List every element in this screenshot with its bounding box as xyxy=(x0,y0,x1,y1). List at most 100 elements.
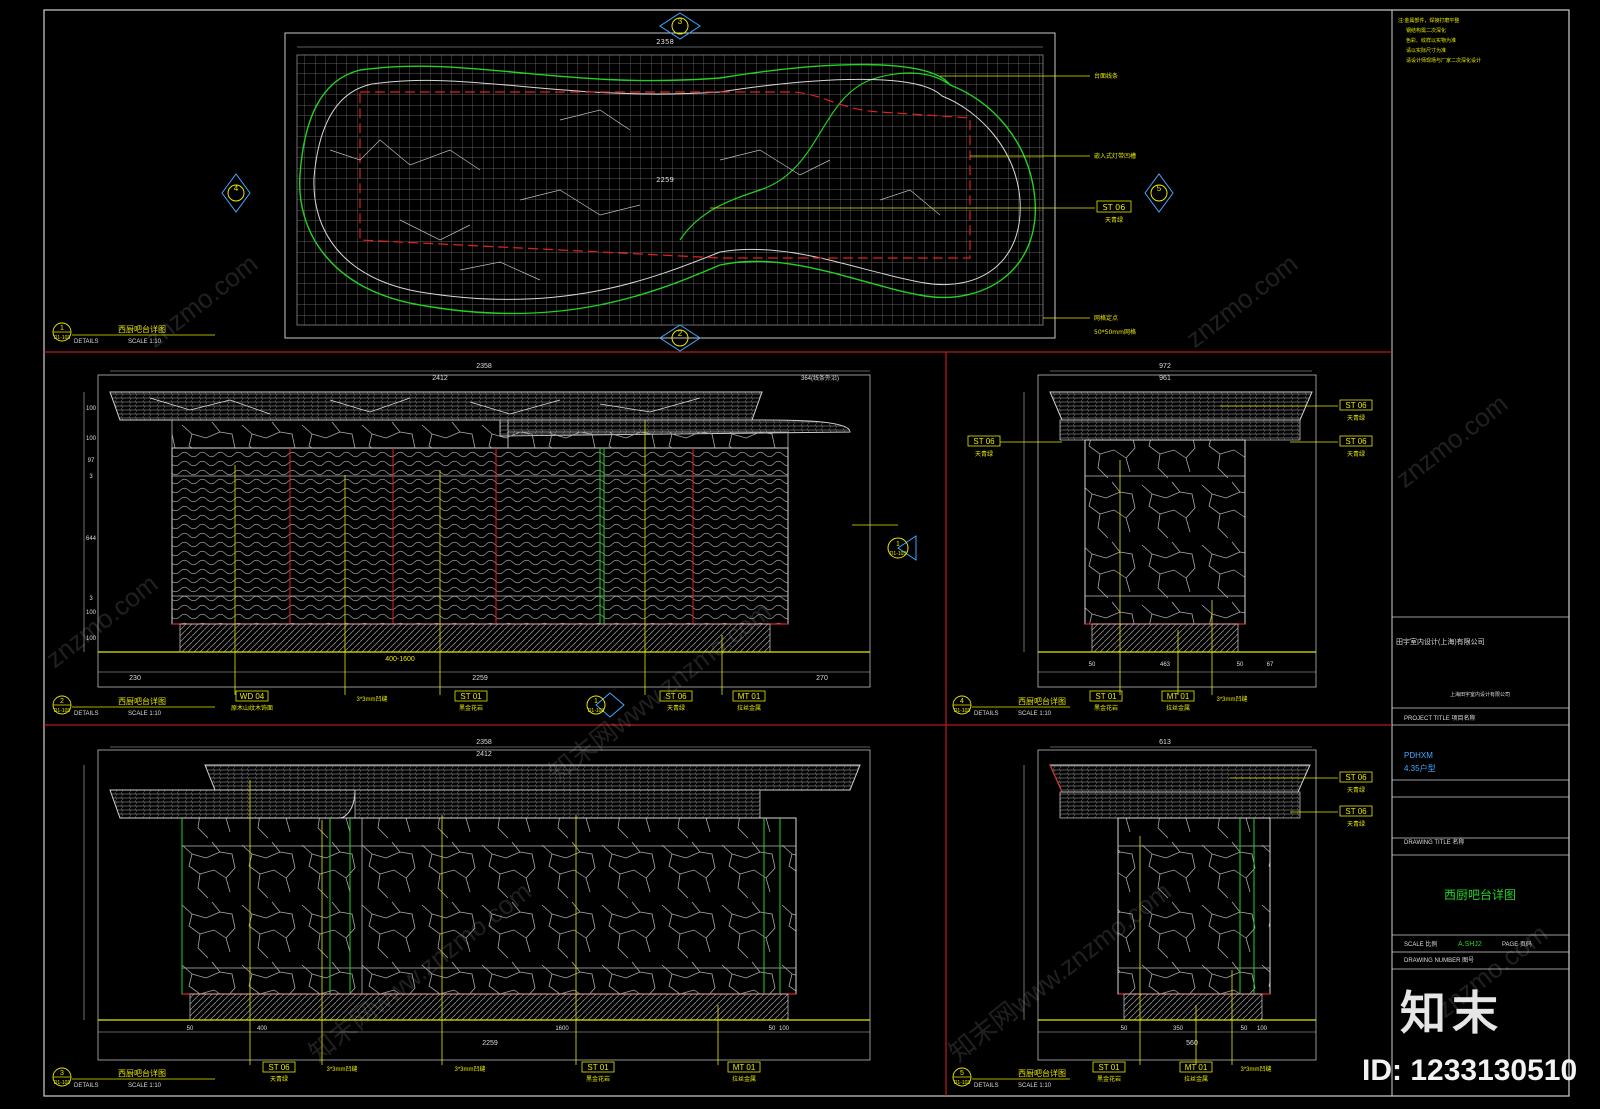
svg-text:1600: 1600 xyxy=(555,1026,569,1032)
note-4: 请设计师现场与厂家二次深化设计 xyxy=(1406,57,1481,64)
svg-text:ST 06: ST 06 xyxy=(1345,437,1367,446)
svg-text:天青绿: 天青绿 xyxy=(1347,450,1365,458)
project-label: PROJECT TITLE 项目名称 xyxy=(1404,714,1475,722)
svg-text:SCALE 1:10: SCALE 1:10 xyxy=(1018,711,1052,717)
svg-text:644: 644 xyxy=(86,536,97,542)
project-sub: 4.35户型 xyxy=(1404,763,1436,773)
section-mark-3: 3 xyxy=(659,12,701,40)
svg-text:613: 613 xyxy=(1159,739,1171,746)
svg-text:西厨吧台详图: 西厨吧台详图 xyxy=(1018,1068,1066,1078)
svg-text:2358: 2358 xyxy=(476,363,492,370)
drawing-title: 西厨吧台详图 xyxy=(1444,887,1516,902)
svg-text:50: 50 xyxy=(769,1026,776,1032)
svg-text:西厨吧台详图: 西厨吧台详图 xyxy=(118,1068,166,1078)
svg-text:天青绿: 天青绿 xyxy=(270,1075,288,1083)
svg-text:DETAILS: DETAILS xyxy=(74,339,99,345)
elevation-c: 972 961 50 463 50 67 ST 06 天青绿 ST 06 天青绿… xyxy=(967,363,1373,712)
plan-view: 2358 2259 台面线条 嵌入式灯带凹槽 ST 06 天青绿 网格定点 50… xyxy=(221,12,1174,352)
svg-text:3*3mm凹缝: 3*3mm凹缝 xyxy=(356,695,387,703)
svg-text:ST 06: ST 06 xyxy=(1345,401,1367,410)
svg-text:100: 100 xyxy=(86,636,97,642)
svg-text:3*3mm凹缝: 3*3mm凹缝 xyxy=(1240,1065,1271,1073)
svg-text:天青绿: 天青绿 xyxy=(975,450,993,458)
svg-text:961: 961 xyxy=(1159,375,1171,382)
svg-text:WD 04: WD 04 xyxy=(240,692,265,701)
svg-text:D1-103: D1-103 xyxy=(54,335,71,341)
note-3: 请以实际尺寸为准 xyxy=(1406,47,1446,54)
view-title-1: 1 D1-103 西厨吧台详图 DETAILS SCALE 1:10 xyxy=(52,322,215,345)
svg-text:3*3mm凹缝: 3*3mm凹缝 xyxy=(326,1065,357,1073)
svg-text:2259: 2259 xyxy=(482,1040,498,1047)
svg-text:天青绿: 天青绿 xyxy=(1347,414,1365,422)
drawing-label: DRAWING TITLE 名称 xyxy=(1404,838,1464,846)
svg-text:DETAILS: DETAILS xyxy=(974,1083,999,1089)
svg-text:100: 100 xyxy=(1257,1026,1268,1032)
plan-material-name: 天青绿 xyxy=(1105,216,1123,224)
company-name: 田宇室内设计(上海)有限公司 xyxy=(1396,637,1485,646)
svg-text:4: 4 xyxy=(960,698,964,705)
svg-text:5: 5 xyxy=(1157,184,1162,193)
svg-text:拉丝金属: 拉丝金属 xyxy=(1184,1075,1208,1083)
svg-text:天青绿: 天青绿 xyxy=(1347,820,1365,828)
svg-text:100: 100 xyxy=(86,610,97,616)
scale-value: A.SHJ2 xyxy=(1458,941,1482,948)
svg-text:50: 50 xyxy=(1241,1026,1248,1032)
svg-text:MT 01: MT 01 xyxy=(1185,1063,1208,1072)
svg-text:ST 06: ST 06 xyxy=(268,1063,290,1072)
plan-dim-mid: 2259 xyxy=(656,176,674,184)
elevation-b: 2358 2412 50 400 1600 50 100 2259 ST 06 … xyxy=(83,739,871,1083)
svg-text:50: 50 xyxy=(1089,662,1096,668)
section-mark-4: 4 xyxy=(221,173,251,213)
svg-text:天青绿: 天青绿 xyxy=(1347,786,1365,794)
scale-label: SCALE 比例 xyxy=(1404,940,1437,948)
svg-text:3: 3 xyxy=(678,17,683,26)
svg-text:D1-103: D1-103 xyxy=(588,708,605,714)
plan-leader-1: 台面线条 xyxy=(1094,72,1118,80)
svg-text:ST 01: ST 01 xyxy=(460,692,482,701)
view-title-5: 5 D1-103 西厨吧台详图 DETAILS SCALE 1:10 xyxy=(952,1067,1070,1089)
svg-text:拉丝金属: 拉丝金属 xyxy=(737,704,761,712)
svg-text:西厨吧台详图: 西厨吧台详图 xyxy=(1018,696,1066,706)
svg-text:67: 67 xyxy=(1267,662,1274,668)
elevation-a: 2358 2412 364(线条外沿) 230 2259 270 400-160… xyxy=(83,363,917,718)
svg-text:原木山纹木饰面: 原木山纹木饰面 xyxy=(231,704,273,712)
svg-text:1: 1 xyxy=(60,325,64,332)
svg-text:黑金花岩: 黑金花岩 xyxy=(1097,1075,1121,1083)
svg-text:ST 06: ST 06 xyxy=(973,437,995,446)
svg-text:MT 01: MT 01 xyxy=(738,692,761,701)
note-2: 色彩、纹样以实物为准 xyxy=(1406,37,1456,44)
svg-text:1: 1 xyxy=(896,541,900,548)
svg-text:D1-103: D1-103 xyxy=(954,708,971,714)
detail-callout-bottom: 1 D1-103 xyxy=(586,692,625,718)
svg-text:350: 350 xyxy=(1173,1026,1184,1032)
svg-text:黑金花岩: 黑金花岩 xyxy=(459,704,483,712)
svg-text:拉丝金属: 拉丝金属 xyxy=(732,1075,756,1083)
svg-text:400-1600: 400-1600 xyxy=(385,656,415,663)
svg-text:拉丝金属: 拉丝金属 xyxy=(1166,704,1190,712)
svg-text:972: 972 xyxy=(1159,363,1171,370)
svg-text:5: 5 xyxy=(960,1070,964,1077)
brand-logo: 知末 xyxy=(1400,986,1504,1040)
note-1: 钢结构需二次深化 xyxy=(1406,27,1446,34)
svg-text:100: 100 xyxy=(86,406,97,412)
svg-text:3: 3 xyxy=(60,1070,64,1077)
svg-text:3: 3 xyxy=(89,474,93,480)
svg-text:230: 230 xyxy=(129,675,141,682)
view-title-3: 3 D1-103 西厨吧台详图 DETAILS SCALE 1:10 xyxy=(52,1067,215,1089)
svg-text:ST 06: ST 06 xyxy=(1345,773,1367,782)
svg-text:SCALE 1:10: SCALE 1:10 xyxy=(1018,1083,1052,1089)
svg-text:463: 463 xyxy=(1160,662,1171,668)
svg-text:黑金花岩: 黑金花岩 xyxy=(1094,704,1118,712)
svg-text:ST 06: ST 06 xyxy=(665,692,687,701)
svg-text:黑金花岩: 黑金花岩 xyxy=(586,1075,610,1083)
svg-text:MT 01: MT 01 xyxy=(733,1063,756,1072)
plan-leader-2: 嵌入式灯带凹槽 xyxy=(1094,152,1136,160)
svg-text:天青绿: 天青绿 xyxy=(667,704,685,712)
svg-text:ST 01: ST 01 xyxy=(1095,692,1117,701)
plan-material-code: ST 06 xyxy=(1103,203,1126,212)
svg-text:D1-103: D1-103 xyxy=(954,1080,971,1086)
brand-id: ID: 1233130510 xyxy=(1362,1054,1578,1087)
view-title-2: 2 D1-103 西厨吧台详图 DETAILS SCALE 1:10 xyxy=(52,695,215,717)
svg-text:100: 100 xyxy=(779,1026,790,1032)
page-label: PAGE 页码 xyxy=(1502,940,1532,948)
